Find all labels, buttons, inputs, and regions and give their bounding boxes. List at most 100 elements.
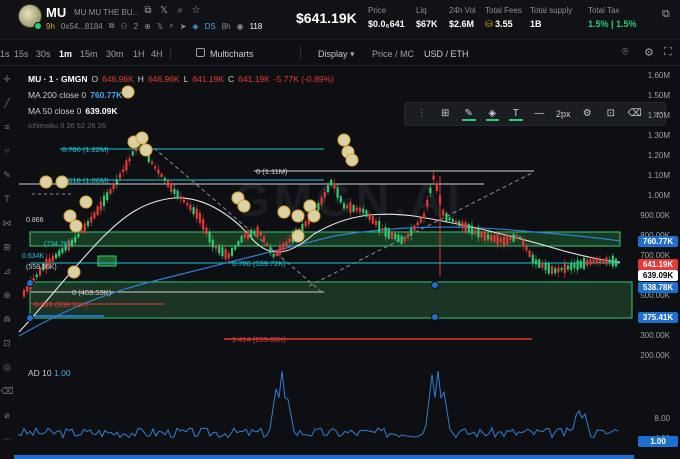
trader-avatar-icon[interactable]	[345, 153, 359, 167]
globe-icon[interactable]: ⊕	[144, 22, 151, 31]
trader-avatar-icon[interactable]	[39, 175, 53, 189]
zone-handle[interactable]	[431, 313, 439, 321]
copy-address-icon[interactable]: ⧉	[109, 21, 115, 31]
token-address[interactable]: 0x54...8184	[61, 22, 103, 31]
line-width-value[interactable]: 2px	[556, 109, 571, 119]
timeframe-30m[interactable]: 30m	[106, 49, 124, 59]
zone-handle[interactable]	[26, 314, 34, 322]
settings-icon[interactable]: ⚙	[644, 46, 654, 59]
trader-avatar-icon[interactable]	[277, 205, 291, 219]
candle-body	[208, 232, 211, 243]
crosshair-icon[interactable]: ✛	[0, 72, 14, 86]
price-mc-toggle[interactable]: Price / MC	[372, 49, 414, 59]
zone-handle[interactable]	[26, 279, 34, 287]
zoom-icon[interactable]: ⊕	[0, 288, 14, 302]
copy-contract-icon[interactable]: ⧉	[662, 8, 670, 21]
token-ticker: MU	[46, 5, 67, 20]
multicharts-label[interactable]: Multicharts	[210, 49, 254, 59]
candle-body	[61, 248, 64, 254]
template-icon[interactable]: ⊞	[439, 107, 453, 121]
lock-icon[interactable]: ⊡	[0, 336, 14, 350]
ma50-row[interactable]: MA 50 close 0 639.09K	[28, 105, 334, 117]
ichimoku-legend[interactable]: Ichimoku 9 26 52 26 26	[28, 121, 106, 130]
twitter-icon[interactable]: 𝕏	[158, 5, 170, 17]
hide-icon[interactable]: ◎	[0, 360, 14, 374]
lines-icon[interactable]: ≡	[0, 120, 14, 134]
timeframe-1h[interactable]: 1H	[133, 49, 145, 59]
twitter-small-icon[interactable]: 𝕏	[157, 22, 163, 31]
display-menu[interactable]: Display	[318, 49, 348, 59]
trader-avatar-icon[interactable]	[139, 143, 153, 157]
ma200-row[interactable]: MA 200 close 0 760.77K	[28, 89, 334, 101]
copy-icon[interactable]: ⧉	[142, 5, 154, 17]
trader-avatar-icon[interactable]	[291, 229, 305, 243]
magnet-icon[interactable]: ⋒	[0, 312, 14, 326]
trader-avatar-icon[interactable]	[135, 131, 149, 145]
search-small-icon[interactable]: ⌕	[169, 21, 173, 31]
pattern-icon[interactable]: ⋈	[0, 216, 14, 230]
candle-body	[179, 196, 182, 200]
candle-body	[365, 210, 368, 217]
trader-avatar-icon[interactable]	[79, 195, 93, 209]
small-zone[interactable]	[97, 255, 117, 267]
lock-drawing-icon[interactable]: ⊡	[604, 107, 618, 121]
ruler-icon[interactable]: ⊿	[0, 264, 14, 278]
fullscreen-icon[interactable]: ⛶	[664, 46, 672, 59]
stat-value: 1B	[530, 19, 542, 29]
star-icon[interactable]: ☆	[190, 5, 202, 17]
trader-avatar-icon[interactable]	[55, 175, 69, 189]
trader-avatar-icon[interactable]	[337, 133, 351, 147]
trader-avatar-icon[interactable]	[291, 209, 305, 223]
timeframe-30s[interactable]: 30s	[36, 49, 51, 59]
zone-handle[interactable]	[431, 281, 439, 289]
trash-icon[interactable]: ⌫	[0, 384, 14, 398]
text-color-icon[interactable]: T	[509, 107, 523, 121]
search-icon[interactable]: ⌕	[174, 5, 186, 17]
stat-liq: Liq $67K	[416, 6, 438, 29]
supply-zone[interactable]	[29, 231, 621, 247]
measure-icon[interactable]: ⊞	[0, 240, 14, 254]
pencil-color-icon[interactable]: ✎	[462, 107, 476, 121]
timeframe-4h[interactable]: 4H	[151, 49, 163, 59]
usd-eth-toggle[interactable]: USD / ETH	[424, 49, 469, 59]
more-tools-icon[interactable]: ⋯	[0, 432, 14, 446]
trader-avatar-icon[interactable]	[67, 265, 81, 279]
ad-indicator-line[interactable]	[17, 370, 619, 439]
candle-body	[406, 233, 410, 239]
text-icon[interactable]: T	[0, 192, 14, 206]
camera-icon[interactable]: ⌾	[622, 46, 629, 59]
telegram-icon[interactable]: ➤	[180, 22, 187, 31]
candle-body	[506, 235, 509, 245]
trader-avatar-icon[interactable]	[69, 219, 83, 233]
candle-body	[195, 208, 198, 219]
settings-gear-icon[interactable]: ⚙	[581, 107, 595, 121]
dex-icon[interactable]: ◈	[192, 22, 198, 31]
timeline-scrollbar[interactable]	[14, 455, 634, 459]
view-count: 118	[249, 21, 263, 31]
toolbar-divider	[300, 46, 301, 60]
ds-label[interactable]: DS	[205, 22, 216, 31]
demand-zone[interactable]	[30, 282, 632, 318]
candle-body	[106, 192, 109, 201]
trader-avatar-icon[interactable]	[237, 199, 251, 213]
fill-color-icon[interactable]: ◈	[485, 107, 499, 121]
eraser-icon[interactable]: ⌀	[0, 408, 14, 422]
trader-avatar-icon[interactable]	[307, 209, 321, 223]
chevron-down-icon[interactable]: ▾	[350, 49, 355, 60]
fib-label-734: (734.2K)	[44, 241, 71, 248]
timeframe-15s[interactable]: 15s	[14, 49, 29, 59]
brush-icon[interactable]: ✎	[0, 168, 14, 182]
candle-body	[128, 158, 131, 162]
fork-icon[interactable]: ⑂	[0, 144, 14, 158]
trendline-icon[interactable]: ╱	[0, 96, 14, 110]
timeframe-1s[interactable]: 1s	[0, 49, 10, 59]
candle-body	[464, 222, 467, 232]
candle-body	[170, 183, 173, 192]
timeframe-1m[interactable]: 1m	[59, 49, 72, 59]
timeframe-15m[interactable]: 15m	[80, 49, 98, 59]
candle-body	[589, 259, 592, 265]
multicharts-checkbox[interactable]	[196, 48, 205, 57]
line-style-icon[interactable]: —	[533, 107, 547, 121]
ad-indicator-legend[interactable]: AD 10 1.00	[28, 368, 71, 378]
drag-handle-icon[interactable]: ⋮	[415, 107, 429, 121]
